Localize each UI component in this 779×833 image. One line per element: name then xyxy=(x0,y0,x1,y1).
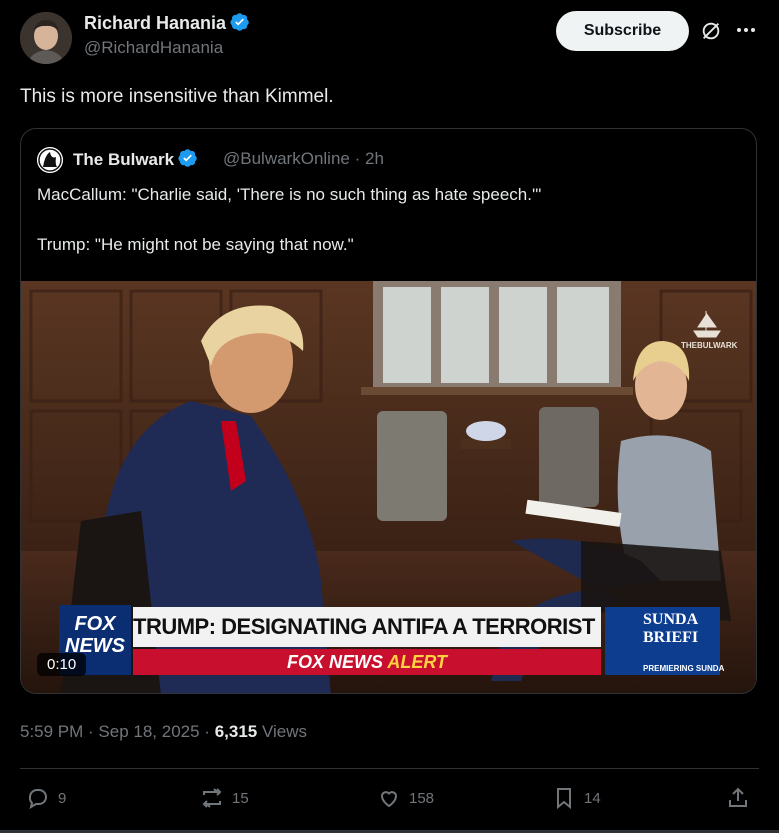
promo-title-line-2: BRIEFI xyxy=(643,629,699,646)
quoted-timestamp[interactable]: 2h xyxy=(365,149,384,168)
quoted-handle-text: @BulwarkOnline xyxy=(223,149,350,168)
reply-button[interactable]: 9 xyxy=(26,786,66,810)
views-count: 6,315 xyxy=(214,722,258,741)
tweet-text: This is more insensitive than Kimmel. xyxy=(20,86,334,107)
promo-subtitle: PREMIERING SUNDA xyxy=(643,664,725,673)
watermark-ship-icon xyxy=(693,311,721,338)
more-options-icon[interactable] xyxy=(736,20,756,40)
author-name[interactable]: Richard Hanania xyxy=(84,12,250,37)
quoted-text-line-1: MacCallum: "Charlie said, 'There is no s… xyxy=(37,185,542,204)
tweet-meta: 5:59 PM · Sep 18, 2025 · 6,315 Views xyxy=(20,722,308,741)
bookmark-count: 14 xyxy=(584,789,601,807)
reply-icon xyxy=(28,789,47,810)
subscribe-button[interactable]: Subscribe xyxy=(556,11,689,51)
heart-icon xyxy=(380,791,398,808)
verified-badge-icon xyxy=(230,12,250,37)
chyron-alert-suffix: ALERT xyxy=(387,652,448,672)
like-count: 158 xyxy=(409,789,435,807)
quoted-author-name-text: The Bulwark xyxy=(73,150,175,169)
promo-title: SUNDA BRIEFI xyxy=(643,611,698,647)
share-icon xyxy=(729,787,747,807)
author-avatar[interactable] xyxy=(20,12,72,64)
quoted-tweet[interactable]: The Bulwark @BulwarkOnline · 2h MacCallu… xyxy=(20,128,757,694)
views-label: Views xyxy=(261,722,308,741)
chyron-headline: TRUMP: DESIGNATING ANTIFA A TERRORIST OR… xyxy=(133,607,601,647)
watermark-text: THEBULWARK xyxy=(681,341,738,350)
quoted-author-handle: @BulwarkOnline · 2h xyxy=(223,149,384,168)
quoted-verified-badge-icon xyxy=(178,148,198,173)
grok-icon[interactable] xyxy=(700,20,722,42)
bookmark-button[interactable]: 14 xyxy=(552,786,601,810)
author-handle[interactable]: @RichardHanania xyxy=(84,38,223,58)
video-duration: 0:10 xyxy=(37,653,87,676)
share-button[interactable] xyxy=(726,786,750,810)
promo-title-line-1: SUNDA xyxy=(643,611,699,628)
quoted-author-name[interactable]: The Bulwark xyxy=(73,148,198,173)
chyron-alert-prefix: FOX NEWS xyxy=(286,652,383,672)
video-player[interactable]: THEBULWARK FOX NEWS TRUMP: DESIGNATING A… xyxy=(21,281,756,693)
repost-icon xyxy=(202,788,222,808)
author-name-text: Richard Hanania xyxy=(84,13,227,33)
tweet-time[interactable]: 5:59 PM xyxy=(20,722,83,741)
tweet-date[interactable]: Sep 18, 2025 xyxy=(98,722,199,741)
bookmark-icon xyxy=(557,788,571,810)
repost-button[interactable]: 15 xyxy=(200,786,249,810)
divider xyxy=(20,768,759,769)
repost-count: 15 xyxy=(232,789,249,807)
watermark-logo: THEBULWARK xyxy=(681,309,738,350)
chyron-alert: FOX NEWS ALERT xyxy=(133,649,601,675)
quoted-author-avatar[interactable] xyxy=(37,147,63,173)
quoted-text-line-2: Trump: "He might not be saying that now.… xyxy=(37,235,354,254)
like-button[interactable]: 158 xyxy=(377,786,434,810)
fox-news-logo-text: FOX NEWS xyxy=(65,613,125,657)
reply-count: 9 xyxy=(58,789,67,807)
